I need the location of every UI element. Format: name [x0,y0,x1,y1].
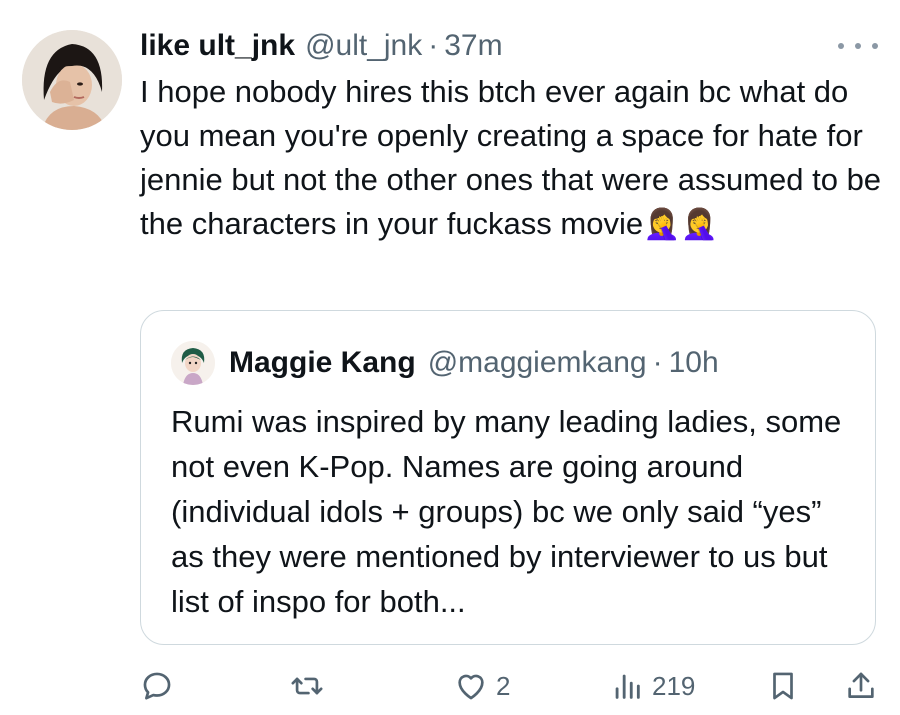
quoted-post-timestamp[interactable]: 10h [669,341,719,385]
bookmark-button[interactable] [766,662,800,710]
heart-icon [458,674,484,700]
reply-icon [143,672,171,700]
author-display-name[interactable]: like ult_jnk [140,24,295,68]
share-icon [848,672,874,698]
more-icon-dot [855,43,861,49]
views-button[interactable]: 219 [610,662,695,710]
post-text: I hope nobody hires this btch ever again… [140,70,885,247]
reply-button[interactable] [140,662,174,710]
post-header: like ult_jnk @ult_jnk · 37m [140,24,503,68]
repost-icon [291,677,323,695]
quoted-author-handle[interactable]: @maggiemkang [428,341,647,385]
like-button[interactable]: 2 [454,662,510,710]
author-handle[interactable]: @ult_jnk [305,24,422,68]
share-button[interactable] [844,662,878,710]
more-options-button[interactable] [838,34,878,58]
action-bar: 2 219 [140,662,880,710]
views-count: 219 [652,670,696,701]
separator-dot: · [652,346,663,379]
separator-dot: · [428,29,439,62]
repost-button[interactable] [290,662,324,710]
quoted-author-display-name[interactable]: Maggie Kang [229,341,416,385]
views-icon [615,674,640,699]
facepalm-emoji: 🤦‍♀️🤦‍♀️ [643,207,718,242]
post-timestamp[interactable]: 37m [444,24,502,68]
author-avatar[interactable] [22,30,122,130]
bookmark-icon [773,672,793,700]
post-text-body: I hope nobody hires this btch ever again… [140,74,882,241]
quoted-post[interactable]: Maggie Kang @maggiemkang · 10h Rumi was … [140,310,876,645]
quoted-avatar-image [171,341,215,385]
tweet[interactable]: like ult_jnk @ult_jnk · 37m I hope nobod… [0,0,900,715]
like-count: 2 [496,670,511,701]
quoted-post-text: Rumi was inspired by many leading ladies… [171,404,842,619]
quoted-post-header: Maggie Kang @maggiemkang · 10h [229,341,719,385]
avatar-image [22,30,122,130]
quoted-author-avatar[interactable] [171,341,215,385]
more-icon-dot [838,43,844,49]
more-icon-dot [872,43,878,49]
